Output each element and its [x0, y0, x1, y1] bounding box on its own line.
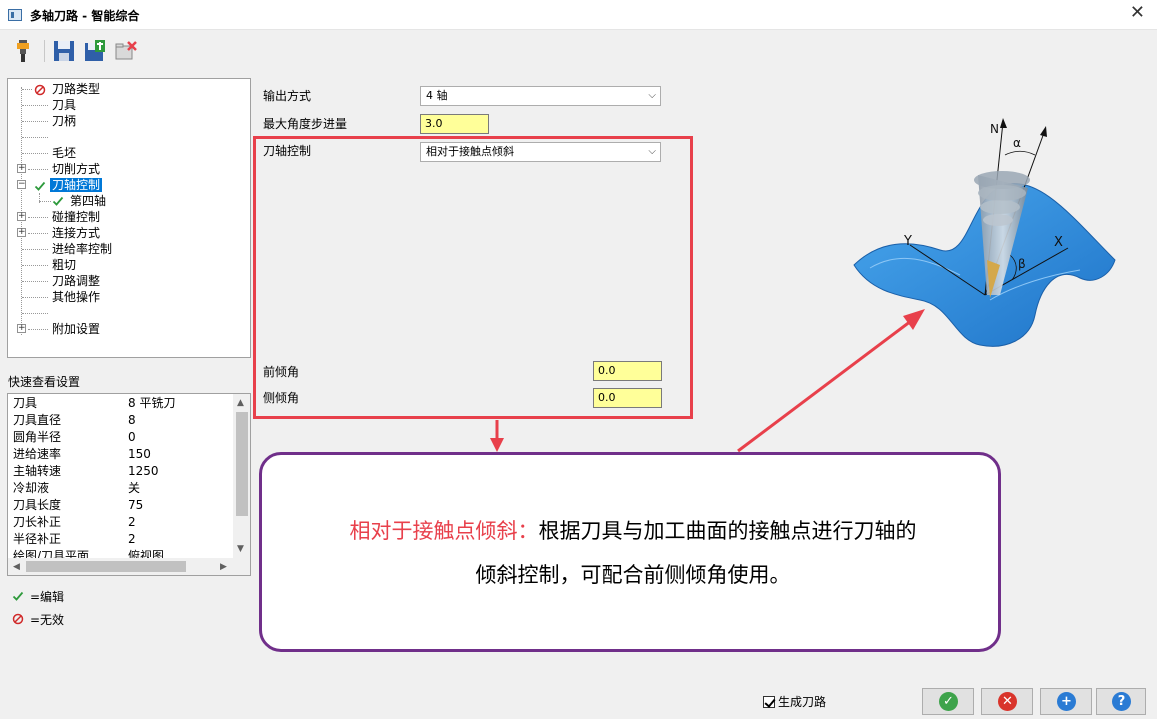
alpha-label: α [1013, 136, 1021, 150]
generate-toolpath-checkbox[interactable]: 生成刀路 [763, 693, 826, 710]
help-icon: ? [1112, 692, 1131, 711]
beta-label: β [1018, 257, 1026, 271]
callout-text-line1: 相对于接触点倾斜：根据刀具与加工曲面的接触点进行刀轴的 [349, 519, 917, 543]
tool-axis-diagram: Y X β N α [853, 118, 1116, 347]
add-button[interactable]: + [1040, 688, 1092, 715]
x-axis-label: X [1054, 235, 1063, 250]
ok-button[interactable]: ✓ [922, 688, 974, 715]
check-icon: ✓ [939, 692, 958, 711]
plus-icon: + [1057, 692, 1076, 711]
close-icon: ✕ [998, 692, 1017, 711]
y-axis-label: Y [903, 234, 912, 249]
checkbox-checked-icon[interactable] [763, 696, 775, 708]
callout-text-line2: 倾斜控制，可配合前侧倾角使用。 [475, 563, 791, 587]
normal-label: N [990, 122, 999, 136]
help-button[interactable]: ? [1096, 688, 1146, 715]
description-callout: 相对于接触点倾斜：根据刀具与加工曲面的接触点进行刀轴的 倾斜控制，可配合前侧倾角… [259, 452, 1001, 652]
cancel-button[interactable]: ✕ [981, 688, 1033, 715]
